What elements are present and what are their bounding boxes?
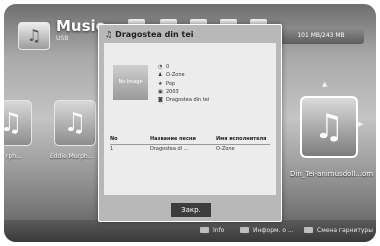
- bottom-bar: Info Информ. о ... Смена гарнитуры: [4, 220, 376, 242]
- music-folder-icon: ♫: [18, 22, 50, 50]
- media-browser-screen: ♫ Music USB 101 MB/243 MB ♫ rph... ♫ Edd…: [4, 4, 376, 242]
- selected-music-item[interactable]: ♫: [300, 96, 358, 158]
- selected-item-caption: Din_Tei-animusdoll...om: [290, 170, 374, 178]
- remote-button-icon: [304, 227, 313, 233]
- remote-button-icon: [240, 227, 249, 233]
- track-info-dialog: ♫ Dragostea din tei No Image ◔ 0 ♟ O-Zone ★…: [98, 24, 282, 222]
- music-item-caption: Eddie Murph...: [50, 153, 94, 160]
- info-hint: Info: [200, 227, 224, 234]
- scroll-right-icon[interactable]: ▶: [358, 120, 363, 128]
- dialog-title: ♫ Dragostea din tei: [105, 30, 194, 39]
- close-button[interactable]: Закр.: [171, 203, 211, 217]
- change-font-hint: Смена гарнитуры: [304, 227, 373, 234]
- remote-button-icon: [200, 227, 209, 233]
- music-item-caption: rph...: [6, 153, 22, 160]
- track-metadata: ◔ 0 ♟ O-Zone ★ Pop ▣ 2003 ◙ Dragostea din tei: [158, 64, 210, 104]
- track-info-panel: No Image ◔ 0 ♟ O-Zone ★ Pop ▣ 2003 ◙ Dragoste…: [104, 43, 276, 195]
- clock-icon: ◔: [158, 64, 163, 70]
- album-art-placeholder: No Image: [113, 65, 148, 100]
- music-note-icon: ♫: [105, 30, 113, 39]
- album-icon: ◙: [158, 97, 163, 104]
- artist-icon: ♟: [158, 72, 163, 79]
- storage-indicator: 101 MB/243 MB: [278, 28, 364, 44]
- track-table-header: No Название песни Имя исполнителя: [110, 136, 270, 145]
- scroll-up-icon[interactable]: ▲: [322, 80, 327, 88]
- page-subtitle: USB: [56, 35, 69, 42]
- music-item-tile[interactable]: ♫: [4, 100, 32, 146]
- info-detail-hint: Информ. о ...: [240, 227, 294, 234]
- calendar-icon: ▣: [158, 88, 163, 95]
- genre-star-icon: ★: [158, 80, 163, 87]
- music-item-tile[interactable]: ♫: [54, 100, 96, 146]
